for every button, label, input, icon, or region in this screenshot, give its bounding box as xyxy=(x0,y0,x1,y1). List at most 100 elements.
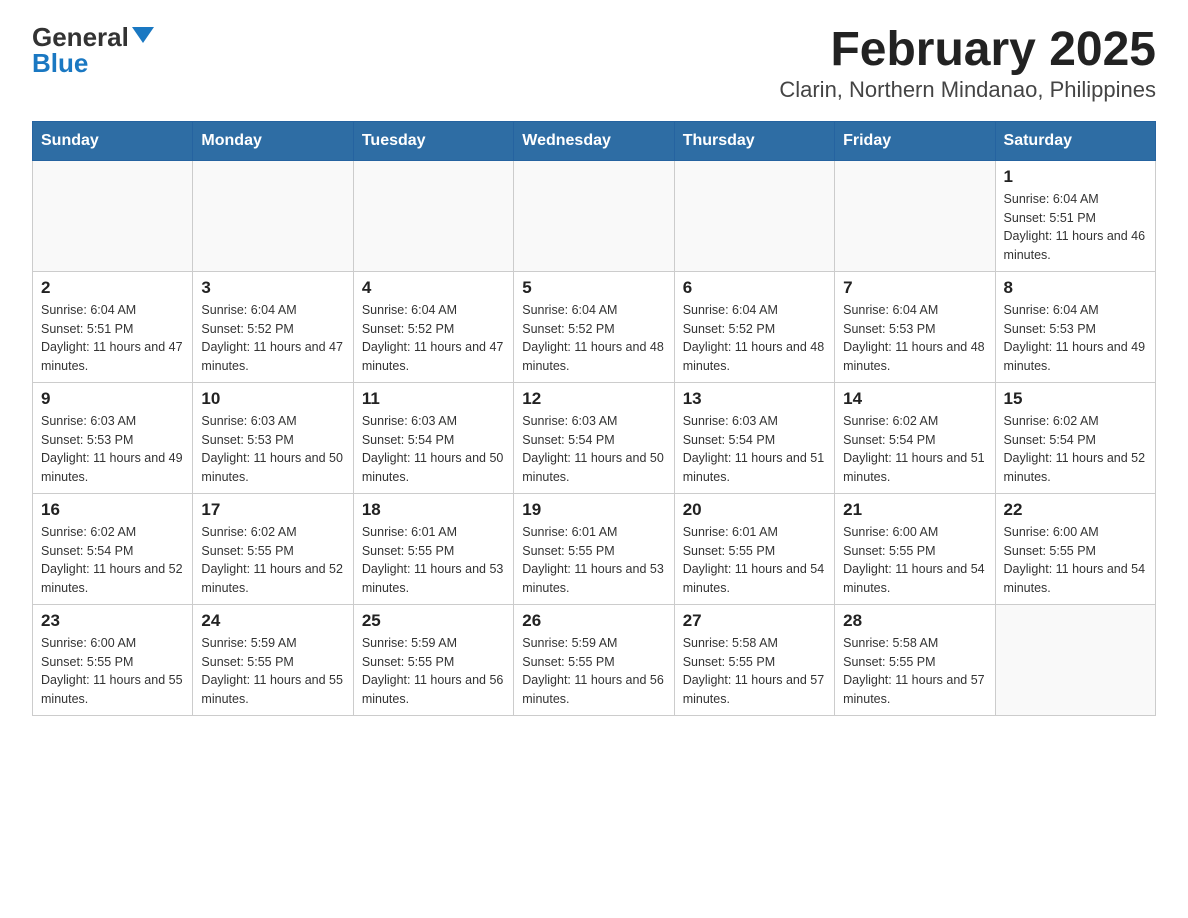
day-info: Sunrise: 6:01 AMSunset: 5:55 PMDaylight:… xyxy=(522,523,665,598)
page-subtitle: Clarin, Northern Mindanao, Philippines xyxy=(779,77,1156,103)
day-number: 13 xyxy=(683,389,826,409)
page-header: General Blue February 2025 Clarin, North… xyxy=(32,24,1156,103)
day-info: Sunrise: 6:03 AMSunset: 5:53 PMDaylight:… xyxy=(41,412,184,487)
day-info: Sunrise: 6:02 AMSunset: 5:54 PMDaylight:… xyxy=(843,412,986,487)
day-number: 17 xyxy=(201,500,344,520)
calendar-cell: 12 Sunrise: 6:03 AMSunset: 5:54 PMDayligh… xyxy=(514,382,674,493)
calendar-cell: 24 Sunrise: 5:59 AMSunset: 5:55 PMDayligh… xyxy=(193,604,353,715)
calendar-cell: 14 Sunrise: 6:02 AMSunset: 5:54 PMDayligh… xyxy=(835,382,995,493)
calendar-day-header: Tuesday xyxy=(353,121,513,160)
day-number: 7 xyxy=(843,278,986,298)
day-info: Sunrise: 6:03 AMSunset: 5:54 PMDaylight:… xyxy=(683,412,826,487)
day-info: Sunrise: 6:04 AMSunset: 5:52 PMDaylight:… xyxy=(362,301,505,376)
day-number: 20 xyxy=(683,500,826,520)
calendar-day-header: Sunday xyxy=(33,121,193,160)
day-info: Sunrise: 6:01 AMSunset: 5:55 PMDaylight:… xyxy=(683,523,826,598)
day-number: 5 xyxy=(522,278,665,298)
calendar-cell: 2Sunrise: 6:04 AMSunset: 5:51 PMDaylight… xyxy=(33,271,193,382)
day-info: Sunrise: 6:04 AMSunset: 5:52 PMDaylight:… xyxy=(201,301,344,376)
calendar-cell: 22 Sunrise: 6:00 AMSunset: 5:55 PMDayligh… xyxy=(995,493,1155,604)
calendar-cell xyxy=(353,160,513,271)
day-info: Sunrise: 6:04 AMSunset: 5:51 PMDaylight:… xyxy=(1004,190,1147,265)
calendar-table: SundayMondayTuesdayWednesdayThursdayFrid… xyxy=(32,121,1156,716)
day-info: Sunrise: 6:04 AMSunset: 5:53 PMDaylight:… xyxy=(1004,301,1147,376)
day-number: 12 xyxy=(522,389,665,409)
calendar-cell xyxy=(33,160,193,271)
logo-triangle-icon xyxy=(132,27,154,43)
calendar-cell: 23 Sunrise: 6:00 AMSunset: 5:55 PMDayligh… xyxy=(33,604,193,715)
calendar-cell xyxy=(674,160,834,271)
day-number: 26 xyxy=(522,611,665,631)
calendar-cell: 5Sunrise: 6:04 AMSunset: 5:52 PMDaylight… xyxy=(514,271,674,382)
calendar-week-row: 23 Sunrise: 6:00 AMSunset: 5:55 PMDayligh… xyxy=(33,604,1156,715)
calendar-cell: 10 Sunrise: 6:03 AMSunset: 5:53 PMDayligh… xyxy=(193,382,353,493)
day-info: Sunrise: 6:02 AMSunset: 5:54 PMDaylight:… xyxy=(41,523,184,598)
day-number: 16 xyxy=(41,500,184,520)
day-number: 27 xyxy=(683,611,826,631)
calendar-day-header: Monday xyxy=(193,121,353,160)
day-number: 3 xyxy=(201,278,344,298)
day-number: 14 xyxy=(843,389,986,409)
day-info: Sunrise: 5:59 AMSunset: 5:55 PMDaylight:… xyxy=(201,634,344,709)
calendar-week-row: 2Sunrise: 6:04 AMSunset: 5:51 PMDaylight… xyxy=(33,271,1156,382)
calendar-cell: 28 Sunrise: 5:58 AMSunset: 5:55 PMDayligh… xyxy=(835,604,995,715)
calendar-cell: 7 Sunrise: 6:04 AMSunset: 5:53 PMDaylight… xyxy=(835,271,995,382)
calendar-header-row: SundayMondayTuesdayWednesdayThursdayFrid… xyxy=(33,121,1156,160)
day-info: Sunrise: 5:58 AMSunset: 5:55 PMDaylight:… xyxy=(683,634,826,709)
logo-general-text: General xyxy=(32,24,129,50)
day-info: Sunrise: 6:00 AMSunset: 5:55 PMDaylight:… xyxy=(843,523,986,598)
calendar-cell: 27 Sunrise: 5:58 AMSunset: 5:55 PMDayligh… xyxy=(674,604,834,715)
calendar-cell: 4 Sunrise: 6:04 AMSunset: 5:52 PMDaylight… xyxy=(353,271,513,382)
calendar-day-header: Thursday xyxy=(674,121,834,160)
day-info: Sunrise: 6:04 AMSunset: 5:51 PMDaylight:… xyxy=(41,301,184,376)
day-number: 9 xyxy=(41,389,184,409)
day-number: 24 xyxy=(201,611,344,631)
day-number: 23 xyxy=(41,611,184,631)
calendar-cell: 13 Sunrise: 6:03 AMSunset: 5:54 PMDayligh… xyxy=(674,382,834,493)
day-info: Sunrise: 5:59 AMSunset: 5:55 PMDaylight:… xyxy=(362,634,505,709)
calendar-cell: 9 Sunrise: 6:03 AMSunset: 5:53 PMDaylight… xyxy=(33,382,193,493)
day-info: Sunrise: 6:01 AMSunset: 5:55 PMDaylight:… xyxy=(362,523,505,598)
calendar-cell: 15 Sunrise: 6:02 AMSunset: 5:54 PMDayligh… xyxy=(995,382,1155,493)
day-number: 6 xyxy=(683,278,826,298)
calendar-cell: 26 Sunrise: 5:59 AMSunset: 5:55 PMDayligh… xyxy=(514,604,674,715)
calendar-week-row: 9 Sunrise: 6:03 AMSunset: 5:53 PMDaylight… xyxy=(33,382,1156,493)
day-number: 8 xyxy=(1004,278,1147,298)
day-number: 11 xyxy=(362,389,505,409)
calendar-cell: 20 Sunrise: 6:01 AMSunset: 5:55 PMDayligh… xyxy=(674,493,834,604)
calendar-cell xyxy=(835,160,995,271)
calendar-cell: 6Sunrise: 6:04 AMSunset: 5:52 PMDaylight… xyxy=(674,271,834,382)
day-number: 25 xyxy=(362,611,505,631)
day-number: 10 xyxy=(201,389,344,409)
calendar-cell: 17Sunrise: 6:02 AMSunset: 5:55 PMDayligh… xyxy=(193,493,353,604)
page-title: February 2025 xyxy=(779,24,1156,77)
calendar-cell xyxy=(514,160,674,271)
calendar-cell: 11 Sunrise: 6:03 AMSunset: 5:54 PMDayligh… xyxy=(353,382,513,493)
calendar-cell: 1 Sunrise: 6:04 AMSunset: 5:51 PMDaylight… xyxy=(995,160,1155,271)
day-info: Sunrise: 6:04 AMSunset: 5:53 PMDaylight:… xyxy=(843,301,986,376)
day-number: 15 xyxy=(1004,389,1147,409)
day-number: 1 xyxy=(1004,167,1147,187)
day-info: Sunrise: 6:02 AMSunset: 5:54 PMDaylight:… xyxy=(1004,412,1147,487)
day-info: Sunrise: 6:00 AMSunset: 5:55 PMDaylight:… xyxy=(41,634,184,709)
day-info: Sunrise: 5:58 AMSunset: 5:55 PMDaylight:… xyxy=(843,634,986,709)
day-info: Sunrise: 5:59 AMSunset: 5:55 PMDaylight:… xyxy=(522,634,665,709)
day-number: 21 xyxy=(843,500,986,520)
calendar-cell: 19Sunrise: 6:01 AMSunset: 5:55 PMDayligh… xyxy=(514,493,674,604)
calendar-cell xyxy=(995,604,1155,715)
calendar-cell: 3 Sunrise: 6:04 AMSunset: 5:52 PMDaylight… xyxy=(193,271,353,382)
day-info: Sunrise: 6:00 AMSunset: 5:55 PMDaylight:… xyxy=(1004,523,1147,598)
day-info: Sunrise: 6:03 AMSunset: 5:54 PMDaylight:… xyxy=(522,412,665,487)
calendar-day-header: Wednesday xyxy=(514,121,674,160)
calendar-week-row: 1 Sunrise: 6:04 AMSunset: 5:51 PMDaylight… xyxy=(33,160,1156,271)
day-info: Sunrise: 6:03 AMSunset: 5:53 PMDaylight:… xyxy=(201,412,344,487)
day-info: Sunrise: 6:03 AMSunset: 5:54 PMDaylight:… xyxy=(362,412,505,487)
day-number: 28 xyxy=(843,611,986,631)
day-number: 22 xyxy=(1004,500,1147,520)
logo-blue-text: Blue xyxy=(32,50,88,76)
calendar-cell: 21 Sunrise: 6:00 AMSunset: 5:55 PMDayligh… xyxy=(835,493,995,604)
calendar-day-header: Friday xyxy=(835,121,995,160)
day-number: 4 xyxy=(362,278,505,298)
calendar-cell: 8 Sunrise: 6:04 AMSunset: 5:53 PMDaylight… xyxy=(995,271,1155,382)
calendar-cell: 18Sunrise: 6:01 AMSunset: 5:55 PMDayligh… xyxy=(353,493,513,604)
